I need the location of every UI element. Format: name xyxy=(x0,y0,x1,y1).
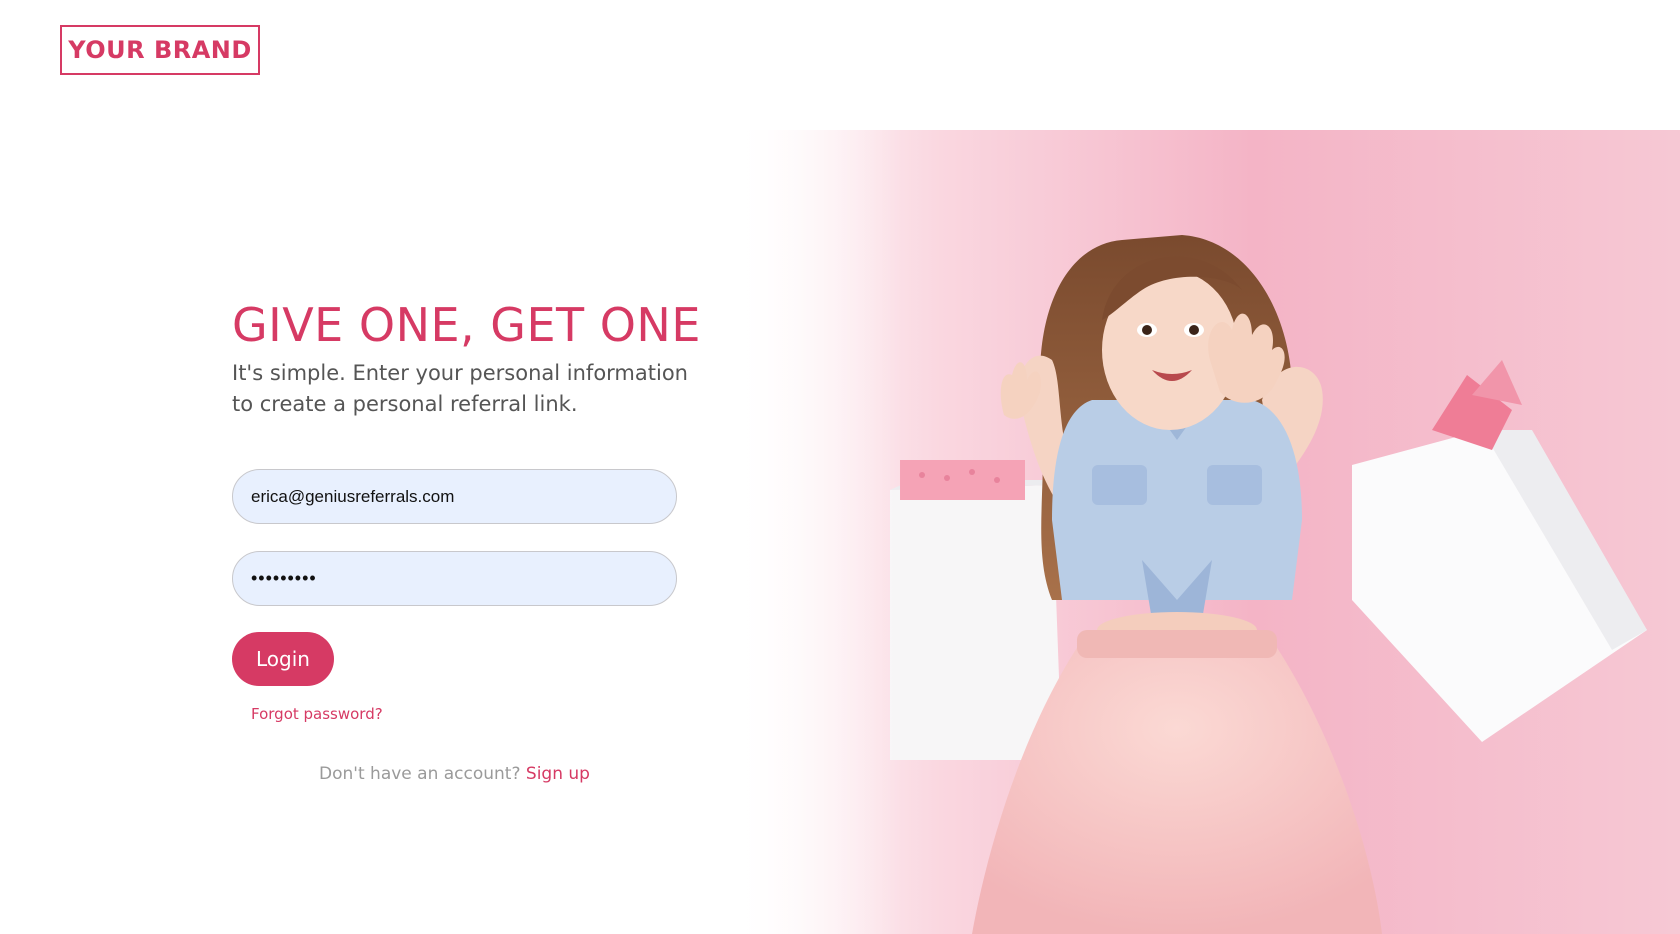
hero-image xyxy=(732,130,1680,934)
signup-prompt-text: Don't have an account? xyxy=(319,764,521,784)
login-page: YOUR BRAND GIVE ONE, GET ONE It's simple… xyxy=(0,0,1680,934)
email-field[interactable] xyxy=(232,469,677,524)
page-subtext: It's simple. Enter your personal informa… xyxy=(232,361,688,416)
page-headline: GIVE ONE, GET ONE xyxy=(232,298,701,352)
brand-logo[interactable]: YOUR BRAND xyxy=(60,25,260,75)
signup-link[interactable]: Sign up xyxy=(526,764,590,784)
signup-prompt-row: Don't have an account? Sign up xyxy=(232,764,677,784)
forgot-password-link[interactable]: Forgot password? xyxy=(251,705,383,723)
login-button[interactable]: Login xyxy=(232,632,334,686)
girl-with-shopping-bags-illustration xyxy=(732,130,1680,934)
password-field[interactable] xyxy=(232,551,677,606)
brand-logo-text: YOUR BRAND xyxy=(68,36,252,64)
